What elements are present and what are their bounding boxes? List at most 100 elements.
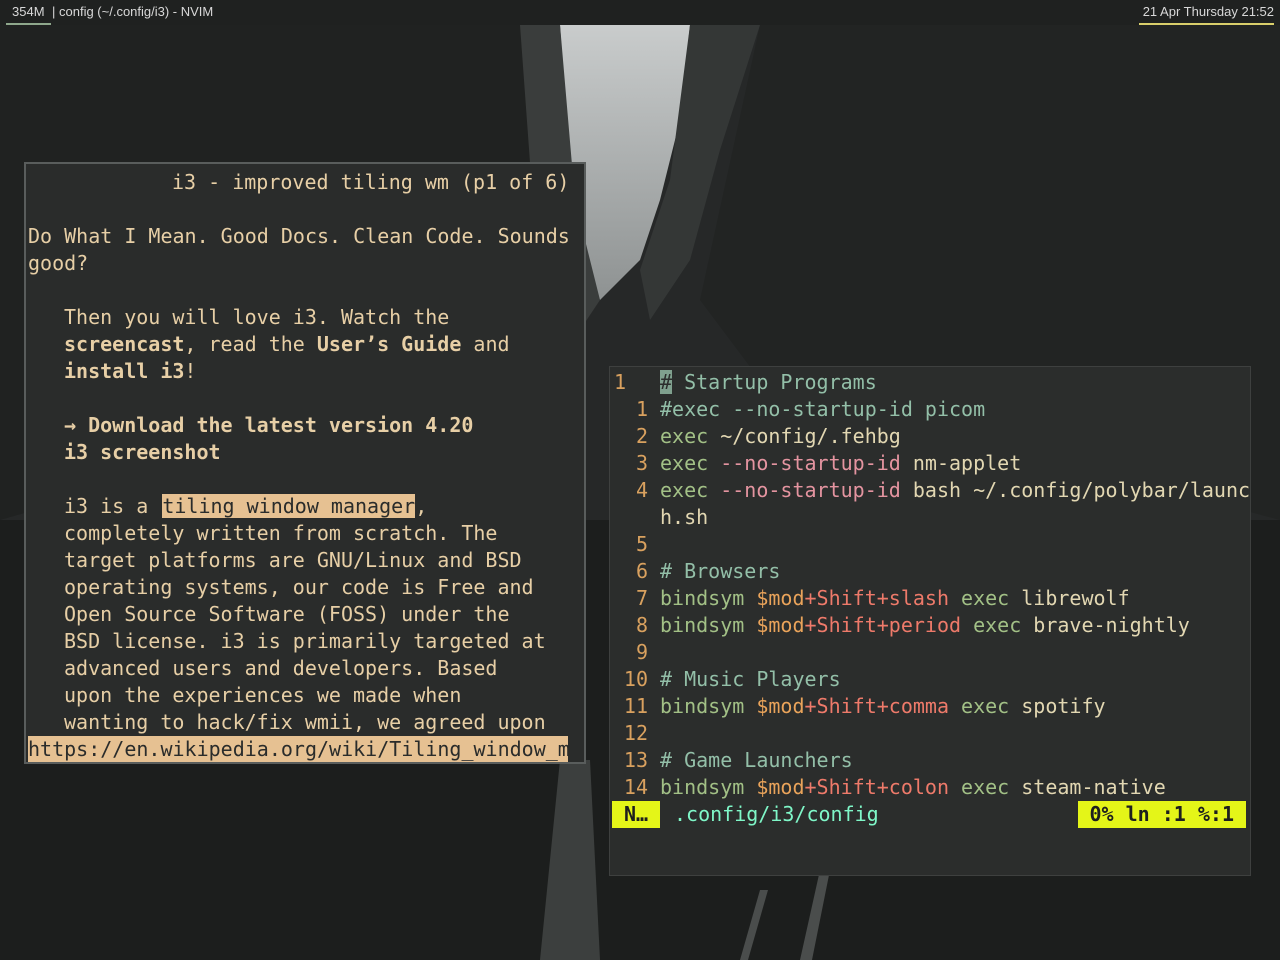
comment-text: Startup Programs (672, 370, 877, 394)
screencast-link[interactable]: screencast (64, 332, 184, 356)
line-text: bindsym $mod+Shift+colon exec steam-nati… (660, 774, 1166, 801)
mode-indicator: N… (612, 801, 660, 828)
line-number: 1 (614, 370, 627, 394)
line-number: 11 (623, 694, 648, 718)
status-url: https://en.wikipedia.org/wiki/Tiling_win… (28, 736, 568, 762)
line-number: 2 (635, 424, 648, 448)
download-link[interactable]: → Download the latest version 4.20 (64, 412, 473, 439)
line-text: exec --no-startup-id nm-applet (660, 450, 1021, 477)
browser-window[interactable]: i3 - improved tiling wm (p1 of 6) Do Wha… (24, 162, 586, 764)
syntax-token: exec (961, 586, 1022, 610)
memory-indicator[interactable]: 354M (6, 0, 51, 25)
syntax-token: librewolf (1021, 586, 1130, 610)
line-number: 12 (623, 721, 648, 745)
syntax-token: exec (660, 451, 721, 475)
link-separator: and (461, 332, 510, 356)
line-text: # Game Launchers (660, 747, 853, 774)
link-separator: , read the (184, 332, 317, 356)
text-line: Do What I Mean. Good Docs. Clean Code. S… (28, 224, 570, 248)
users-guide-link[interactable]: User’s Guide (317, 332, 462, 356)
text-line: install i3! (64, 358, 196, 385)
syntax-token: +Shift+colon (804, 775, 962, 799)
text-line: operating systems, our code is Free and (64, 575, 534, 599)
punctuation: , (415, 494, 428, 518)
tiling-window-manager-link[interactable]: tiling window manager (160, 494, 416, 518)
text-line: Open Source Software (FOSS) under the (64, 602, 510, 626)
text-line: BSD license. i3 is primarily targeted at (64, 629, 546, 653)
editor-window[interactable]: 1 # Startup Programs 1 #exec --no-startup-i… (609, 366, 1251, 876)
syntax-token: spotify (1021, 694, 1106, 718)
clock[interactable]: 21 Apr Thursday 21:52 (1138, 0, 1274, 25)
syntax-token: exec (961, 694, 1022, 718)
text-line: advanced users and developers. Based (64, 656, 498, 680)
syntax-token: bindsym (660, 775, 757, 799)
editor-cursor: # (660, 370, 673, 394)
text-line: i3 is a tiling window manager, (64, 493, 427, 520)
syntax-token: bindsym (660, 586, 757, 610)
syntax-token: ~/config/.fehbg (720, 424, 901, 448)
line-text: # Music Players (660, 666, 841, 693)
text-line: target platforms are GNU/Linux and BSD (64, 548, 522, 572)
syntax-token: # Game Launchers (660, 748, 853, 772)
cursor-position: 0% ln :1 %:1 (1077, 801, 1246, 828)
line-number: 9 (635, 640, 648, 664)
line-number: 1 (635, 397, 648, 421)
line-number: 8 (635, 613, 648, 637)
syntax-token: --no-startup-id (720, 478, 913, 502)
window-title-text: config (~/.config/i3) - NVIM (59, 4, 214, 19)
syntax-token: bindsym (660, 694, 757, 718)
syntax-token: $mod (756, 613, 805, 637)
punctuation: ! (184, 359, 197, 383)
syntax-token: h.sh (660, 505, 709, 529)
syntax-token: exec (973, 613, 1034, 637)
syntax-token: exec (660, 478, 721, 502)
syntax-token: +Shift+slash (804, 586, 962, 610)
line-number: 10 (623, 667, 648, 691)
top-status-bar: 354M | config (~/.config/i3) - NVIM 21 A… (0, 0, 1280, 25)
syntax-token: --no-startup-id (720, 451, 913, 475)
line-number: 7 (635, 586, 648, 610)
line-number: 4 (635, 478, 648, 502)
text-line: good? (28, 251, 89, 275)
line-text: bindsym $mod+Shift+slash exec librewolf (660, 585, 1130, 612)
syntax-token: steam-native (1021, 775, 1166, 799)
text-line: screencast, read the User’s Guide and (64, 331, 510, 358)
line-number: 3 (635, 451, 648, 475)
syntax-token: exec (961, 775, 1022, 799)
syntax-token: exec (660, 424, 721, 448)
editor-statusline: N… .config/i3/config 0% ln :1 %:1 (612, 801, 1248, 828)
syntax-token: $mod (756, 775, 805, 799)
screenshot-link[interactable]: i3 screenshot (64, 439, 221, 466)
syntax-token: # Music Players (660, 667, 841, 691)
page-header: i3 - improved tiling wm (p1 of 6) (172, 170, 570, 194)
link-text: iling window manager (174, 494, 416, 518)
line-text: bindsym $mod+Shift+comma exec spotify (660, 693, 1106, 720)
syntax-token: +Shift+period (804, 613, 974, 637)
line-text: # Startup Programs (660, 369, 877, 396)
file-path: .config/i3/config (674, 802, 879, 826)
text-line: completely written from scratch. The (64, 521, 498, 545)
line-text: #exec --no-startup-id picom (660, 396, 985, 423)
text-line: upon the experiences we made when (64, 683, 462, 707)
text-line: Then you will love i3. Watch the (64, 305, 450, 329)
text-fragment: i3 is a (64, 494, 161, 518)
syntax-token: +Shift+comma (804, 694, 962, 718)
line-number: 6 (635, 559, 648, 583)
install-link[interactable]: install i3 (64, 359, 184, 383)
line-number: 5 (635, 532, 648, 556)
line-text: bindsym $mod+Shift+period exec brave-nig… (660, 612, 1190, 639)
syntax-token: nm-applet (912, 451, 1022, 475)
syntax-token: bindsym (660, 613, 757, 637)
text-cursor: t (160, 494, 175, 518)
line-text: # Browsers (660, 558, 780, 585)
line-text: h.sh (660, 504, 708, 531)
syntax-token: $mod (756, 694, 805, 718)
syntax-token: $mod (756, 586, 805, 610)
line-number: 13 (623, 748, 648, 772)
syntax-token: bash ~/.config/polybar/launc (912, 478, 1251, 502)
syntax-token: # Browsers (660, 559, 781, 583)
syntax-token: brave-nightly (1033, 613, 1190, 637)
line-text: exec ~/config/.fehbg (660, 423, 901, 450)
line-text: exec --no-startup-id bash ~/.config/poly… (660, 477, 1250, 504)
text-line: wanting to hack/fix wmii, we agreed upon (64, 710, 546, 734)
